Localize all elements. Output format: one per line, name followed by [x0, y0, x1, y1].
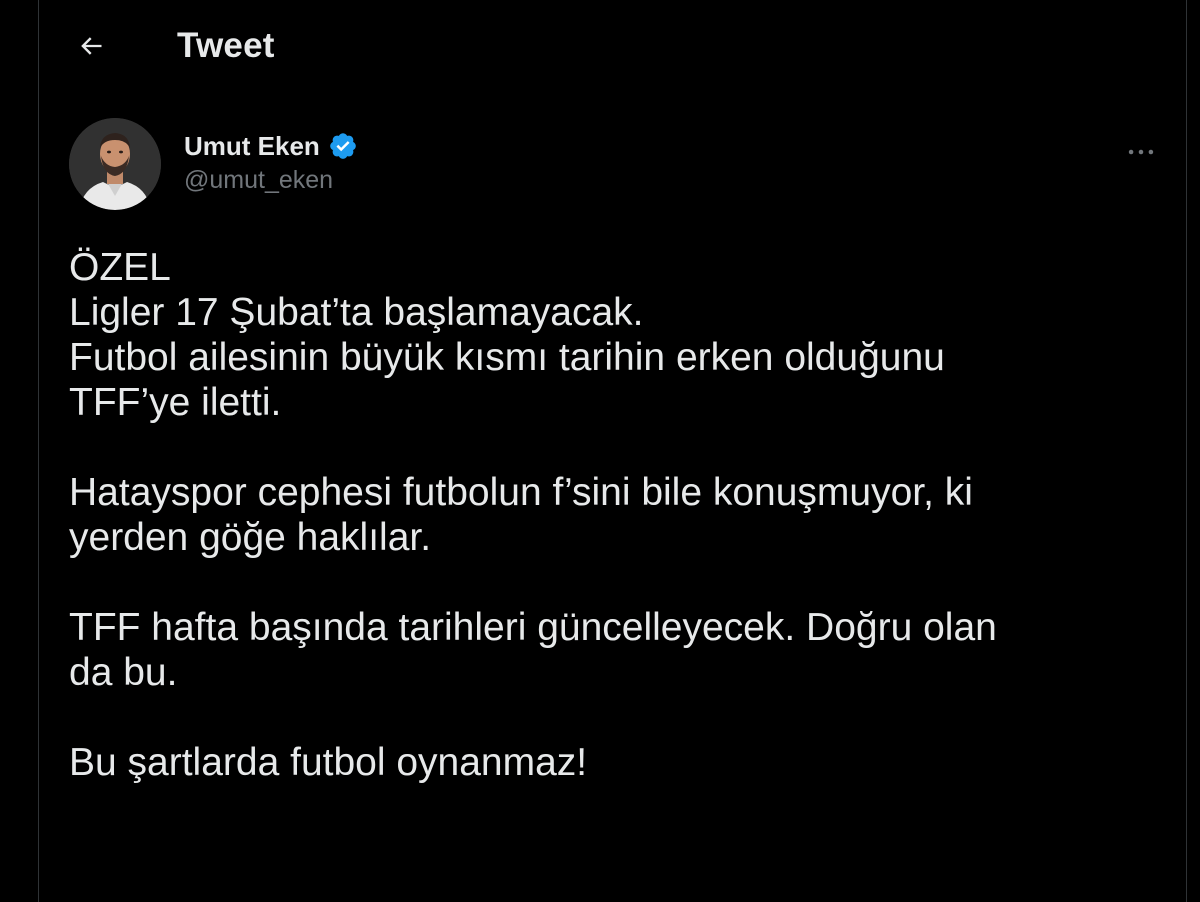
tweet-line: Ligler 17 Şubat’ta başlamayacak. — [69, 291, 644, 334]
tweet-text: ÖZEL Ligler 17 Şubat’ta başlamayacak. Fu… — [69, 245, 1169, 785]
back-button[interactable] — [69, 24, 113, 68]
verified-badge-icon — [330, 133, 356, 159]
arrow-left-icon — [81, 37, 102, 55]
tweet-author: Umut Eken @umut_eken — [69, 118, 1169, 218]
tweet-page: Tweet Umut Eken @umut_eken ÖZEL Ligler 1… — [0, 0, 1200, 902]
avatar[interactable] — [69, 118, 161, 210]
user-handle[interactable]: @umut_eken — [184, 166, 333, 195]
name-row: Umut Eken — [184, 126, 358, 166]
tweet-line: Hatayspor cephesi futbolun f’sini bile k… — [69, 471, 973, 514]
page-header: Tweet — [39, 0, 1186, 92]
more-horizontal-icon — [1128, 149, 1154, 155]
column-border-left — [38, 0, 39, 902]
tweet-line: da bu. — [69, 651, 178, 694]
tweet-line: Bu şartlarda futbol oynanmaz! — [69, 741, 588, 784]
more-options-button[interactable] — [1119, 130, 1163, 174]
tweet-line: ÖZEL — [69, 246, 171, 289]
avatar-image — [69, 118, 161, 210]
tweet-line: TFF hafta başında tarihleri güncelleyece… — [69, 606, 997, 649]
tweet-line: TFF’ye iletti. — [69, 381, 282, 424]
tweet-line: Futbol ailesinin büyük kısmı tarihin erk… — [69, 336, 945, 379]
column-border-right — [1186, 0, 1187, 902]
display-name[interactable]: Umut Eken — [184, 131, 320, 162]
page-title: Tweet — [177, 26, 275, 65]
tweet-line: yerden göğe haklılar. — [69, 516, 432, 559]
